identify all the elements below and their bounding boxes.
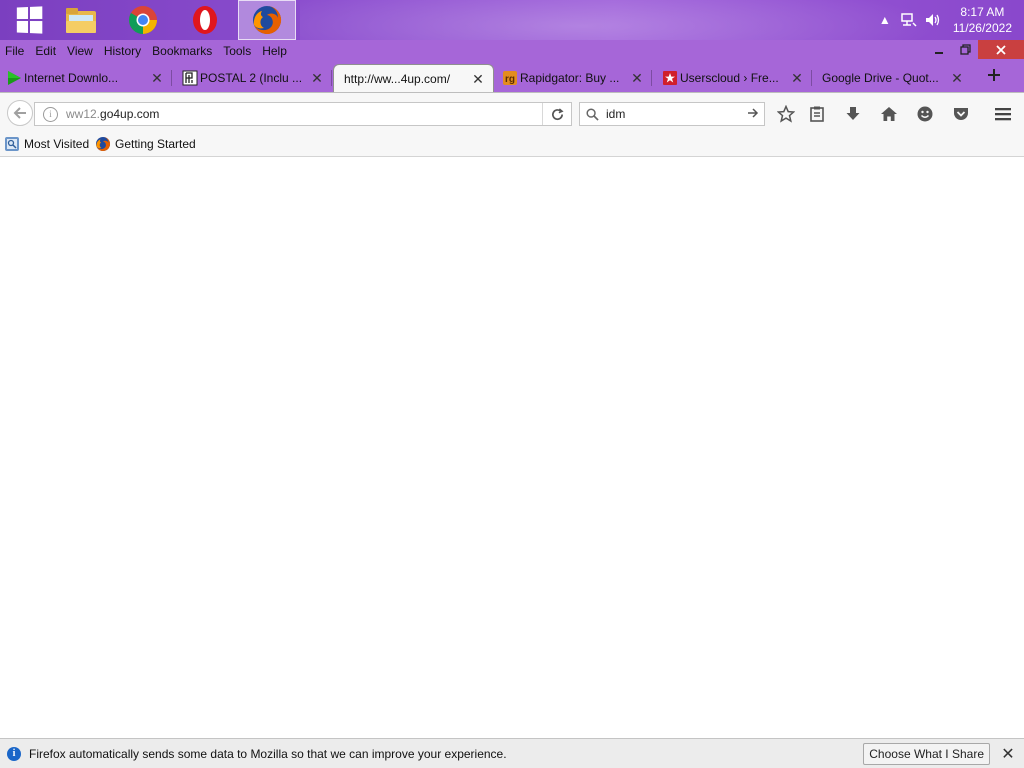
- pocket-button[interactable]: [950, 103, 972, 125]
- info-icon: i: [7, 746, 21, 761]
- menu-file[interactable]: File: [5, 44, 24, 58]
- open-menu-button[interactable]: [992, 103, 1014, 125]
- bookmarks-menu-button[interactable]: [806, 103, 828, 125]
- tab-google-drive[interactable]: Google Drive - Quot... ✕: [806, 64, 972, 92]
- url-text[interactable]: ww12.go4up.com: [66, 107, 542, 121]
- close-window-button[interactable]: [978, 40, 1024, 59]
- tab-label: Google Drive - Quot...: [822, 71, 939, 85]
- reload-icon: [551, 107, 564, 120]
- back-button[interactable]: [7, 100, 33, 126]
- tab-userscloud[interactable]: Userscloud › Fre... ✕: [656, 64, 812, 92]
- tab-go4up-active[interactable]: http://ww...4up.com/ ✕: [333, 64, 494, 92]
- tab-label: Rapidgator: Buy ...: [520, 71, 620, 85]
- clock-time: 8:17 AM: [960, 5, 1005, 19]
- idm-play-icon: [8, 71, 21, 85]
- opera-icon: [193, 6, 217, 34]
- tab-close-icon[interactable]: ✕: [150, 71, 164, 85]
- home-button[interactable]: [878, 103, 900, 125]
- windows-logo-icon: [16, 6, 43, 34]
- svg-text:rg: rg: [505, 74, 515, 85]
- plus-icon: [988, 69, 1000, 81]
- minimize-button[interactable]: [926, 40, 952, 59]
- menu-bookmarks[interactable]: Bookmarks: [152, 44, 212, 58]
- tab-postal-2[interactable]: POSTAL 2 (Inclu ... ✕: [176, 64, 332, 92]
- back-arrow-icon: [13, 107, 26, 119]
- tab-close-icon[interactable]: ✕: [790, 71, 804, 85]
- clock-date: 11/26/2022: [952, 21, 1012, 35]
- folder-icon: [66, 8, 96, 33]
- hello-button[interactable]: [914, 103, 936, 125]
- tab-close-icon[interactable]: ✕: [310, 71, 324, 85]
- new-tab-button[interactable]: [984, 66, 1004, 86]
- downloads-button[interactable]: [842, 103, 864, 125]
- tab-bar: Internet Downlo... ✕ POSTAL 2 (Inclu ...…: [0, 61, 1024, 92]
- tab-label: Internet Downlo...: [24, 71, 119, 85]
- close-icon: [996, 44, 1006, 55]
- bookmarks-toolbar: Most Visited Getting Started: [0, 131, 1024, 157]
- close-notification-icon[interactable]: ✕: [998, 744, 1018, 764]
- restore-icon: [959, 44, 971, 55]
- menu-help[interactable]: Help: [262, 44, 287, 58]
- bookmark-label: Getting Started: [115, 137, 196, 151]
- download-arrow-icon: [846, 107, 860, 120]
- url-domain: go4up.com: [100, 107, 160, 121]
- tab-label: Userscloud › Fre...: [680, 71, 779, 85]
- choose-what-i-share-button[interactable]: Choose What I Share: [863, 742, 990, 765]
- tab-close-icon[interactable]: ✕: [950, 71, 964, 85]
- bookmark-getting-started[interactable]: Getting Started: [95, 135, 196, 153]
- pocket-icon: [954, 108, 968, 120]
- chrome-icon: [128, 6, 157, 35]
- bookmark-star-button[interactable]: [775, 103, 797, 125]
- tab-internet-download-manager[interactable]: Internet Downlo... ✕: [0, 64, 172, 92]
- minimize-icon: [935, 51, 943, 54]
- site-info-icon[interactable]: i: [43, 106, 58, 122]
- home-icon: [881, 107, 897, 121]
- navigation-toolbar: i ww12.go4up.com idm: [0, 92, 1024, 131]
- notification-text: Firefox automatically sends some data to…: [29, 746, 507, 761]
- tab-close-icon[interactable]: ✕: [630, 71, 644, 85]
- taskbar: ▲ 8:17 AM 11/26/2022: [0, 0, 1024, 40]
- most-visited-folder-icon: [5, 137, 19, 151]
- taskbar-file-explorer[interactable]: [52, 0, 110, 40]
- network-icon[interactable]: [900, 11, 918, 29]
- show-hidden-icons-icon[interactable]: ▲: [876, 11, 894, 29]
- smiley-chat-icon: [917, 106, 933, 122]
- menu-edit[interactable]: Edit: [35, 44, 56, 58]
- userscloud-star-icon: [663, 71, 677, 85]
- hamburger-menu-icon: [995, 108, 1011, 121]
- rapidgator-icon: rg: [503, 71, 517, 85]
- search-go-arrow-icon[interactable]: [742, 107, 764, 122]
- bookmark-most-visited[interactable]: Most Visited: [4, 135, 89, 153]
- clock[interactable]: 8:17 AM 11/26/2022: [953, 4, 1012, 36]
- url-bar[interactable]: i ww12.go4up.com: [34, 102, 572, 126]
- menu-view[interactable]: View: [67, 44, 93, 58]
- taskbar-firefox[interactable]: [238, 0, 296, 40]
- menu-bar: File Edit View History Bookmarks Tools H…: [0, 40, 1024, 61]
- taskbar-opera[interactable]: [176, 0, 234, 40]
- tab-rapidgator[interactable]: rg Rapidgator: Buy ... ✕: [496, 64, 652, 92]
- tab-label: POSTAL 2 (Inclu ...: [200, 71, 303, 85]
- menu-history[interactable]: History: [104, 44, 141, 58]
- url-subdomain: ww12.: [66, 107, 101, 121]
- search-icon[interactable]: [580, 107, 604, 121]
- search-input[interactable]: idm: [606, 107, 742, 121]
- star-icon: [777, 105, 795, 123]
- page-content[interactable]: [0, 157, 1024, 738]
- start-button[interactable]: [0, 0, 58, 40]
- volume-icon[interactable]: [924, 11, 942, 29]
- tab-label: http://ww...4up.com/: [344, 71, 451, 86]
- bookmark-label: Most Visited: [24, 137, 90, 151]
- search-bar[interactable]: idm: [579, 102, 765, 126]
- taskbar-chrome[interactable]: [114, 0, 172, 40]
- tab-close-icon[interactable]: ✕: [471, 72, 485, 86]
- postal-icon: [182, 70, 198, 86]
- firefox-icon: [96, 136, 111, 151]
- system-tray: ▲ 8:17 AM 11/26/2022: [873, 0, 1024, 40]
- reload-button[interactable]: [542, 103, 571, 125]
- menu-tools[interactable]: Tools: [223, 44, 251, 58]
- firefox-icon: [253, 5, 282, 34]
- restore-button[interactable]: [952, 40, 978, 59]
- data-reporting-notification: i Firefox automatically sends some data …: [0, 738, 1024, 768]
- clipboard-icon: [810, 106, 824, 122]
